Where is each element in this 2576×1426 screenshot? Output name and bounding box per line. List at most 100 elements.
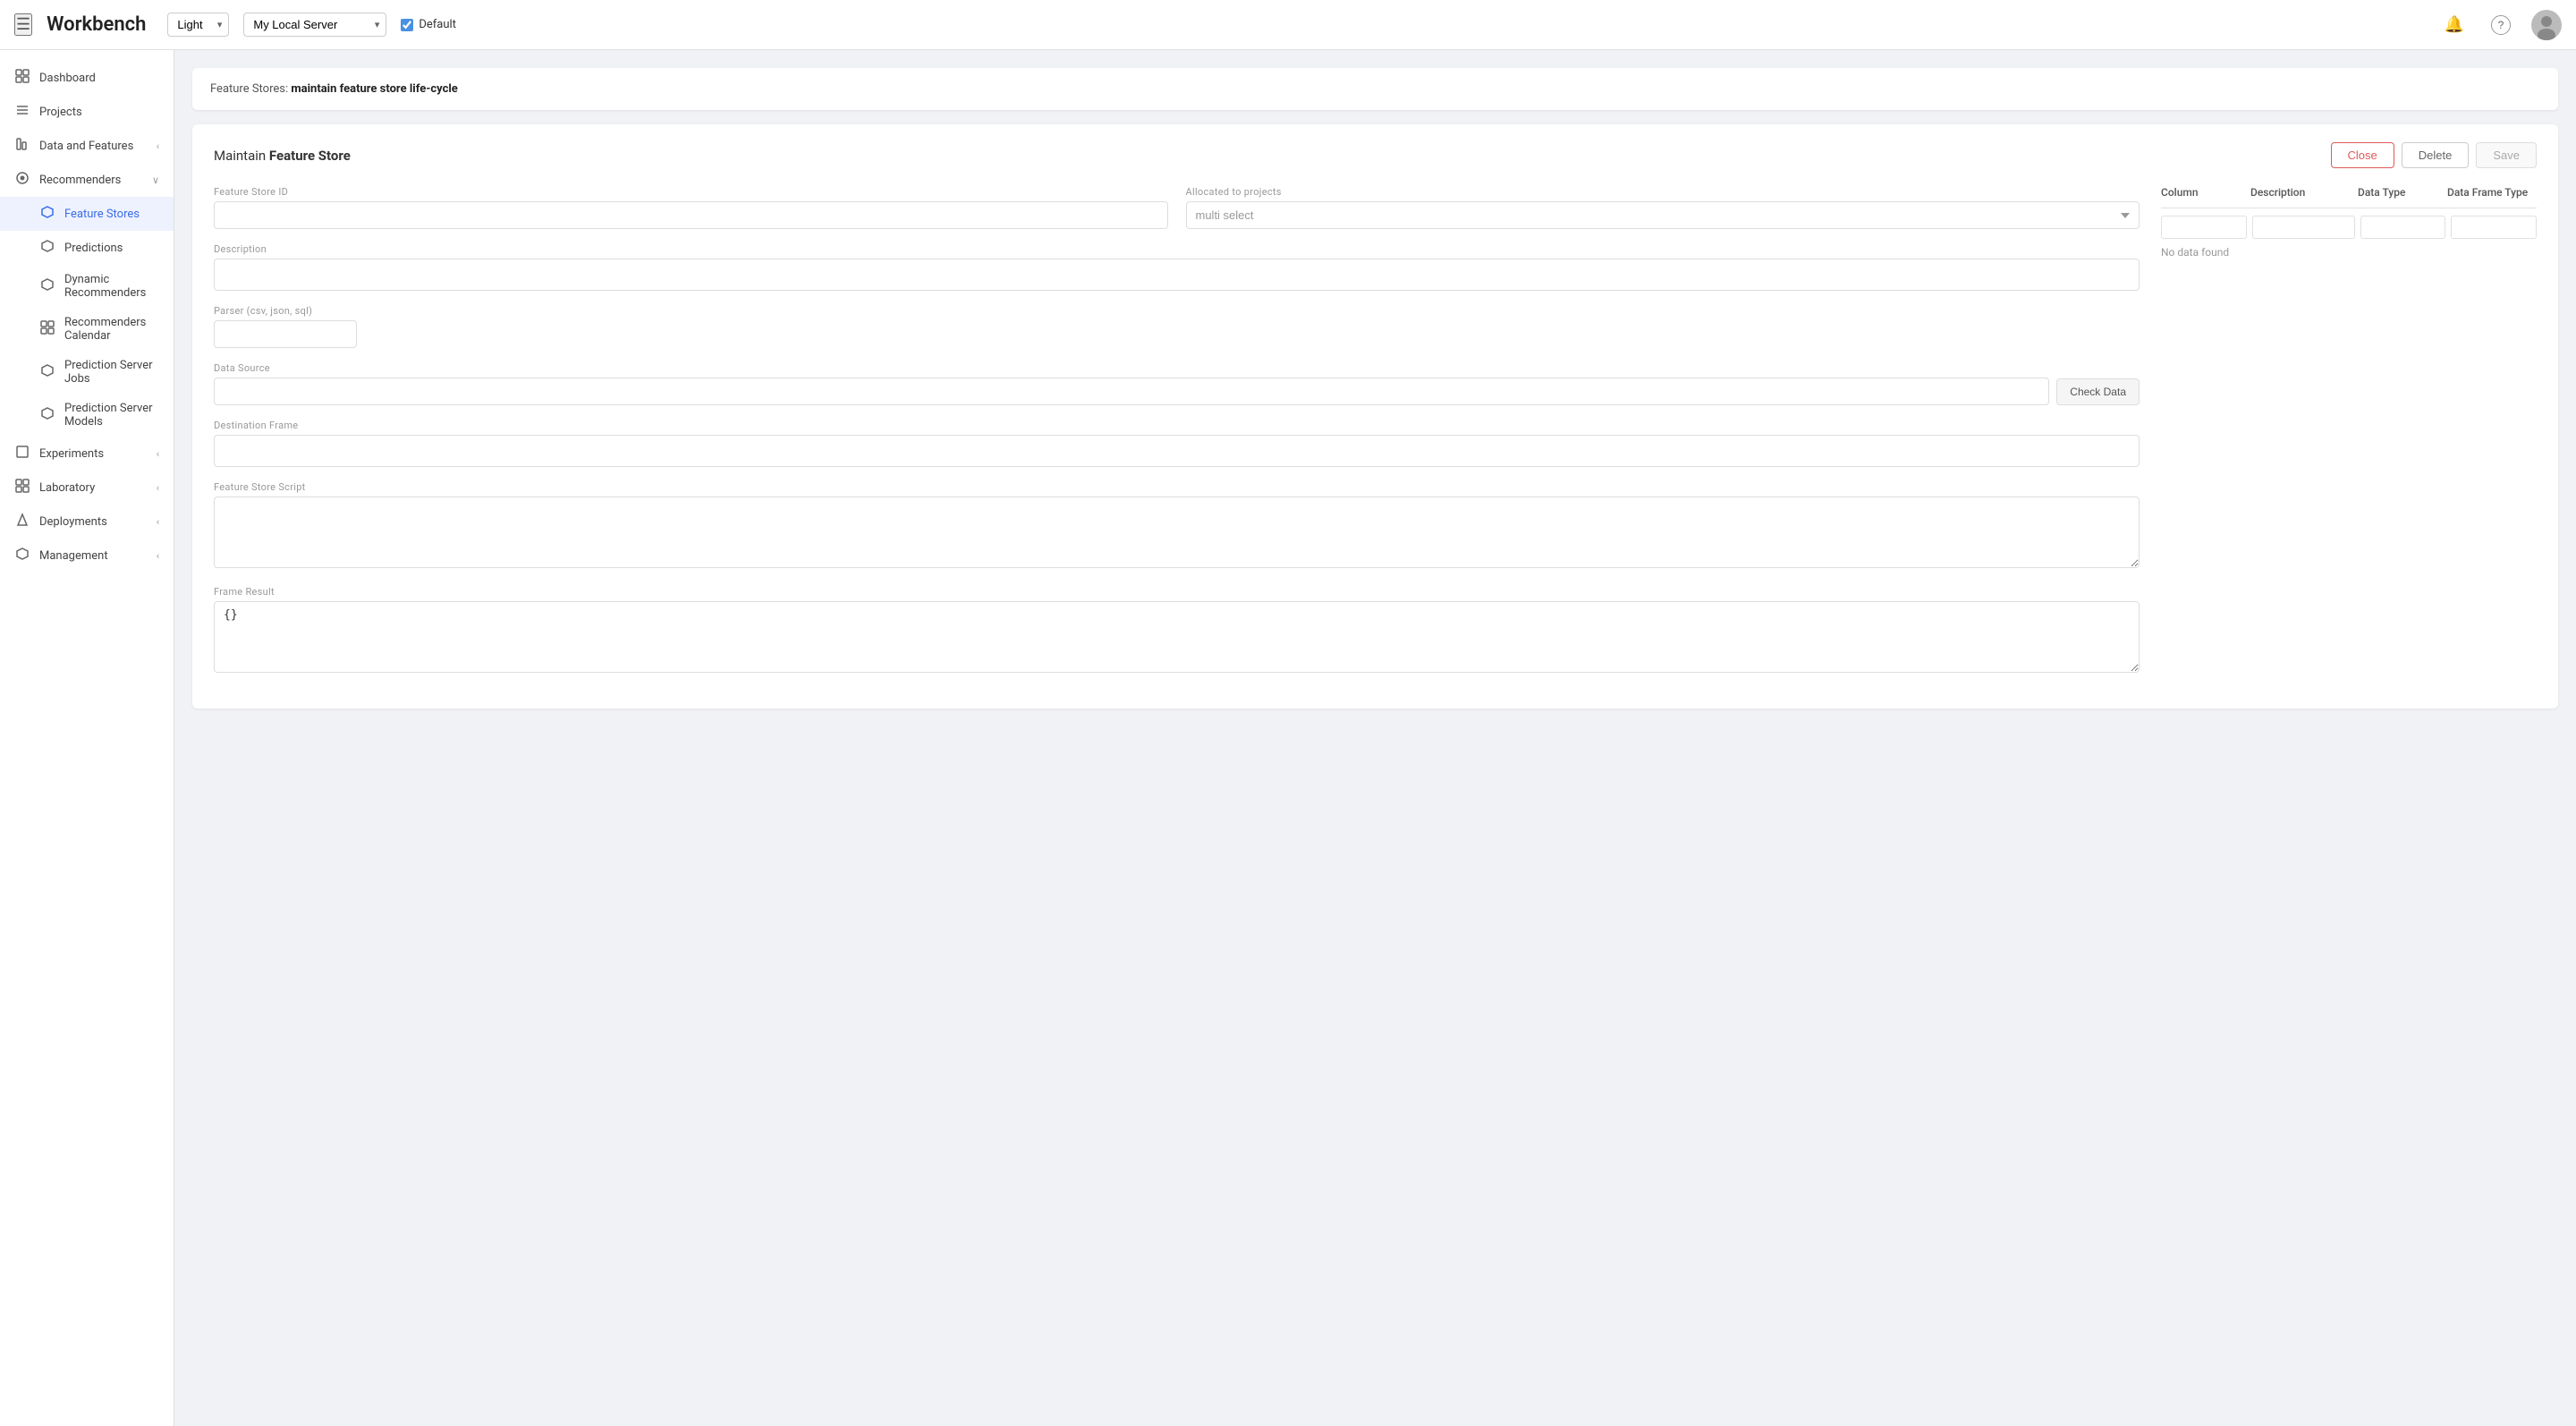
sidebar-item-recommenders[interactable]: Recommenders ∨ [0, 163, 174, 197]
sidebar: Dashboard Projects Data and Features ‹ R… [0, 50, 174, 1426]
sidebar-item-management[interactable]: Management ‹ [0, 539, 174, 573]
sidebar-item-prediction-server-jobs[interactable]: Prediction Server Jobs [0, 351, 174, 394]
col-header-description: Description [2250, 186, 2358, 199]
description-input[interactable] [214, 259, 2140, 291]
save-button[interactable]: Save [2476, 142, 2537, 168]
sidebar-item-data-features[interactable]: Data and Features ‹ [0, 129, 174, 163]
sidebar-label-recommenders: Recommenders [39, 174, 143, 187]
sidebar-item-dynamic-recommenders[interactable]: Dynamic Recommenders [0, 265, 174, 308]
feature-store-id-group: Feature Store ID [214, 186, 1168, 229]
laboratory-icon [14, 479, 30, 497]
deployments-chevron: ‹ [157, 516, 159, 528]
delete-button[interactable]: Delete [2402, 142, 2470, 168]
script-group: Feature Store Script [214, 481, 2140, 572]
avatar-icon [2531, 10, 2562, 40]
col-input-description[interactable] [2252, 216, 2355, 239]
server-selector[interactable]: My Local Server [243, 13, 386, 37]
sidebar-item-predictions[interactable]: Predictions [0, 231, 174, 265]
recommenders-chevron: ∨ [152, 174, 159, 186]
sidebar-label-management: Management [39, 549, 148, 563]
dynamic-recommenders-icon [39, 277, 55, 295]
col-input-column[interactable] [2161, 216, 2247, 239]
panel-header: Maintain Feature Store Close Delete Save [214, 142, 2537, 168]
default-label: Default [419, 18, 456, 31]
script-label: Feature Store Script [214, 481, 2140, 493]
default-checkbox[interactable] [401, 19, 413, 31]
allocated-label: Allocated to projects [1186, 186, 2140, 198]
sidebar-label-experiments: Experiments [39, 447, 148, 461]
breadcrumb: Feature Stores: maintain feature store l… [192, 68, 2558, 110]
help-button[interactable]: ? [2485, 9, 2517, 41]
projects-icon [14, 103, 30, 121]
notification-button[interactable]: 🔔 [2438, 9, 2470, 41]
help-icon: ? [2491, 15, 2511, 35]
prediction-server-jobs-icon [39, 363, 55, 381]
management-icon [14, 547, 30, 564]
laboratory-chevron: ‹ [157, 482, 159, 494]
frame-result-textarea[interactable]: {} [214, 601, 2140, 673]
frame-result-label: Frame Result [214, 586, 2140, 598]
sidebar-label-prediction-server-jobs: Prediction Server Jobs [64, 359, 159, 386]
sidebar-item-feature-stores[interactable]: Feature Stores [0, 197, 174, 231]
sidebar-label-laboratory: Laboratory [39, 481, 148, 495]
check-data-button[interactable]: Check Data [2056, 378, 2140, 405]
destination-frame-input[interactable] [214, 435, 2140, 467]
sidebar-label-deployments: Deployments [39, 515, 148, 529]
parser-input[interactable] [214, 320, 357, 348]
sidebar-label-recommenders-calendar: Recommenders Calendar [64, 316, 159, 343]
sidebar-label-prediction-server-models: Prediction Server Models [64, 402, 159, 429]
data-features-chevron: ‹ [157, 140, 159, 152]
sidebar-item-laboratory[interactable]: Laboratory ‹ [0, 471, 174, 505]
sidebar-item-dashboard[interactable]: Dashboard [0, 61, 174, 95]
avatar[interactable] [2531, 10, 2562, 40]
sidebar-item-projects[interactable]: Projects [0, 95, 174, 129]
sidebar-item-experiments[interactable]: Experiments ‹ [0, 437, 174, 471]
data-features-icon [14, 137, 30, 155]
deployments-icon [14, 513, 30, 531]
sidebar-label-dashboard: Dashboard [39, 72, 159, 85]
feature-store-panel: Maintain Feature Store Close Delete Save… [192, 124, 2558, 709]
prediction-server-models-icon [39, 406, 55, 424]
menu-icon[interactable]: ☰ [14, 13, 32, 36]
notification-icon: 🔔 [2445, 15, 2464, 34]
close-button[interactable]: Close [2331, 142, 2394, 168]
feature-store-form: Feature Store ID Allocated to projects m… [214, 186, 2140, 691]
data-source-label: Data Source [214, 362, 2140, 374]
data-source-group: Data Source Check Data [214, 362, 2140, 405]
recommenders-calendar-icon [39, 320, 55, 338]
sidebar-label-dynamic-recommenders: Dynamic Recommenders [64, 273, 159, 300]
frame-result-group: Frame Result {} [214, 586, 2140, 676]
column-table: Column Description Data Type Data Frame … [2161, 186, 2537, 691]
sidebar-label-data-features: Data and Features [39, 140, 148, 153]
server-selector-wrapper: My Local Server [243, 13, 386, 37]
feature-store-id-input[interactable] [214, 201, 1168, 229]
dashboard-icon [14, 69, 30, 87]
main-content: Feature Stores: maintain feature store l… [174, 50, 2576, 1426]
destination-frame-group: Destination Frame [214, 420, 2140, 467]
parser-label: Parser (csv, json, sql) [214, 305, 2140, 317]
theme-selector-wrapper: Light [167, 13, 229, 37]
panel-actions: Close Delete Save [2331, 142, 2537, 168]
recommenders-icon [14, 171, 30, 189]
data-source-input[interactable] [214, 378, 2049, 405]
parser-group: Parser (csv, json, sql) [214, 305, 2140, 348]
sidebar-label-feature-stores: Feature Stores [64, 208, 159, 221]
sidebar-label-predictions: Predictions [64, 242, 159, 255]
col-input-frame-type[interactable] [2451, 216, 2537, 239]
predictions-icon [39, 239, 55, 257]
sidebar-item-deployments[interactable]: Deployments ‹ [0, 505, 174, 539]
sidebar-item-recommenders-calendar[interactable]: Recommenders Calendar [0, 308, 174, 351]
table-input-row [2161, 216, 2537, 239]
default-checkbox-label[interactable]: Default [401, 18, 456, 31]
panel-title: Maintain Feature Store [214, 148, 351, 164]
allocated-projects-select[interactable]: multi select [1186, 201, 2140, 229]
table-header-row: Column Description Data Type Data Frame … [2161, 186, 2537, 208]
script-textarea[interactable] [214, 497, 2140, 568]
sidebar-item-prediction-server-models[interactable]: Prediction Server Models [0, 394, 174, 437]
col-input-data-type[interactable] [2360, 216, 2446, 239]
allocated-projects-group: Allocated to projects multi select [1186, 186, 2140, 229]
sidebar-label-projects: Projects [39, 106, 159, 119]
data-source-row: Check Data [214, 378, 2140, 405]
form-table-container: Feature Store ID Allocated to projects m… [214, 186, 2537, 691]
theme-selector[interactable]: Light [167, 13, 229, 37]
